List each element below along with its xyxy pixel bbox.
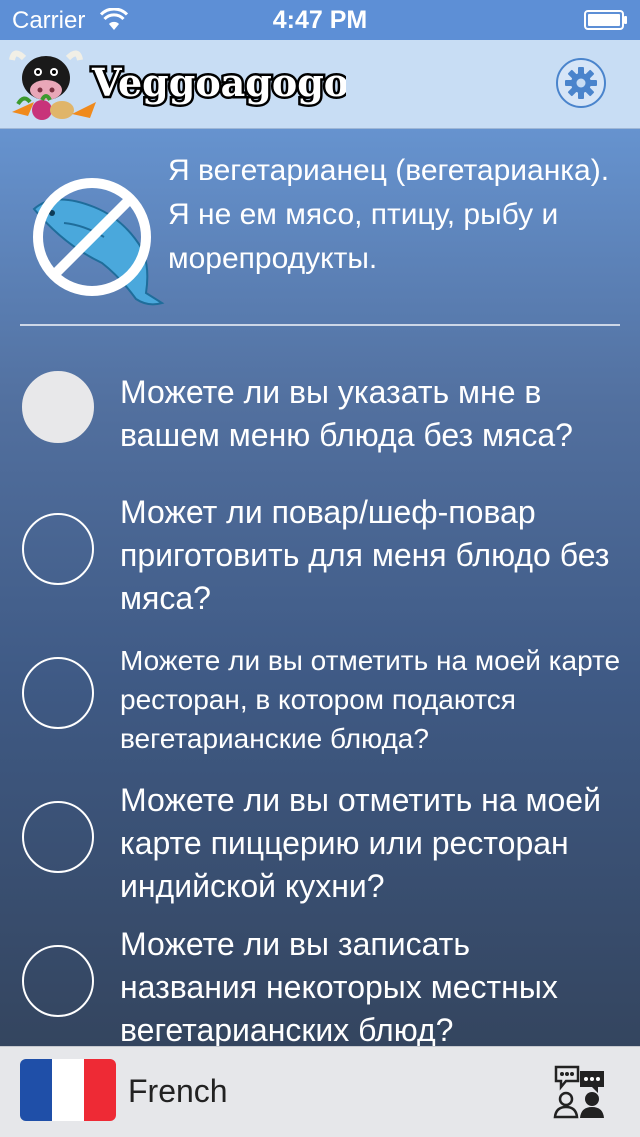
app-header: Veggoagogo — [0, 40, 640, 129]
settings-button[interactable] — [556, 58, 606, 108]
status-bar: Carrier 4:47 PM — [0, 0, 640, 40]
app-name: Veggoagogo — [91, 60, 346, 105]
question-item[interactable]: Можете ли вы указать мне в вашем меню бл… — [0, 359, 640, 499]
question-item[interactable]: Может ли повар/шеф-повар приготовить для… — [0, 491, 640, 631]
language-bar: French — [0, 1046, 640, 1137]
radio-button-selected[interactable] — [22, 371, 94, 443]
statement-text: Я вегетарианец (вегетарианка). Я не ем м… — [168, 154, 610, 275]
radio-button[interactable] — [22, 801, 94, 873]
language-label[interactable]: French — [128, 1073, 228, 1110]
question-text: Можете ли вы отметить на моей карте пицц… — [120, 782, 601, 904]
no-fish-icon — [32, 178, 165, 306]
french-flag-button[interactable] — [20, 1059, 116, 1121]
question-text: Можете ли вы указать мне в вашем меню бл… — [120, 374, 573, 453]
app-logo: Veggoagogo — [9, 50, 346, 120]
battery-icon — [584, 10, 627, 30]
question-item[interactable]: Можете ли вы записать названия некоторых… — [0, 923, 640, 1046]
status-time: 4:47 PM — [272, 6, 368, 34]
question-text: Можете ли вы отметить на моей карте рест… — [120, 645, 621, 754]
question-item[interactable]: Можете ли вы отметить на моей карте рест… — [0, 639, 640, 779]
divider — [20, 324, 620, 326]
question-text: Можете ли вы записать названия некоторых… — [120, 926, 558, 1046]
gear-icon — [565, 67, 597, 99]
dietary-statement: Я вегетарианец (вегетарианка). Я не ем м… — [0, 129, 640, 325]
question-item[interactable]: Можете ли вы отметить на моей карте пицц… — [0, 779, 640, 919]
radio-button[interactable] — [22, 513, 94, 585]
radio-button[interactable] — [22, 657, 94, 729]
phrase-list: Я вегетарианец (вегетарианка). Я не ем м… — [0, 129, 640, 1046]
radio-button[interactable] — [22, 945, 94, 1017]
question-text: Может ли повар/шеф-повар приготовить для… — [120, 494, 610, 616]
chat-users-icon[interactable] — [552, 1063, 610, 1119]
